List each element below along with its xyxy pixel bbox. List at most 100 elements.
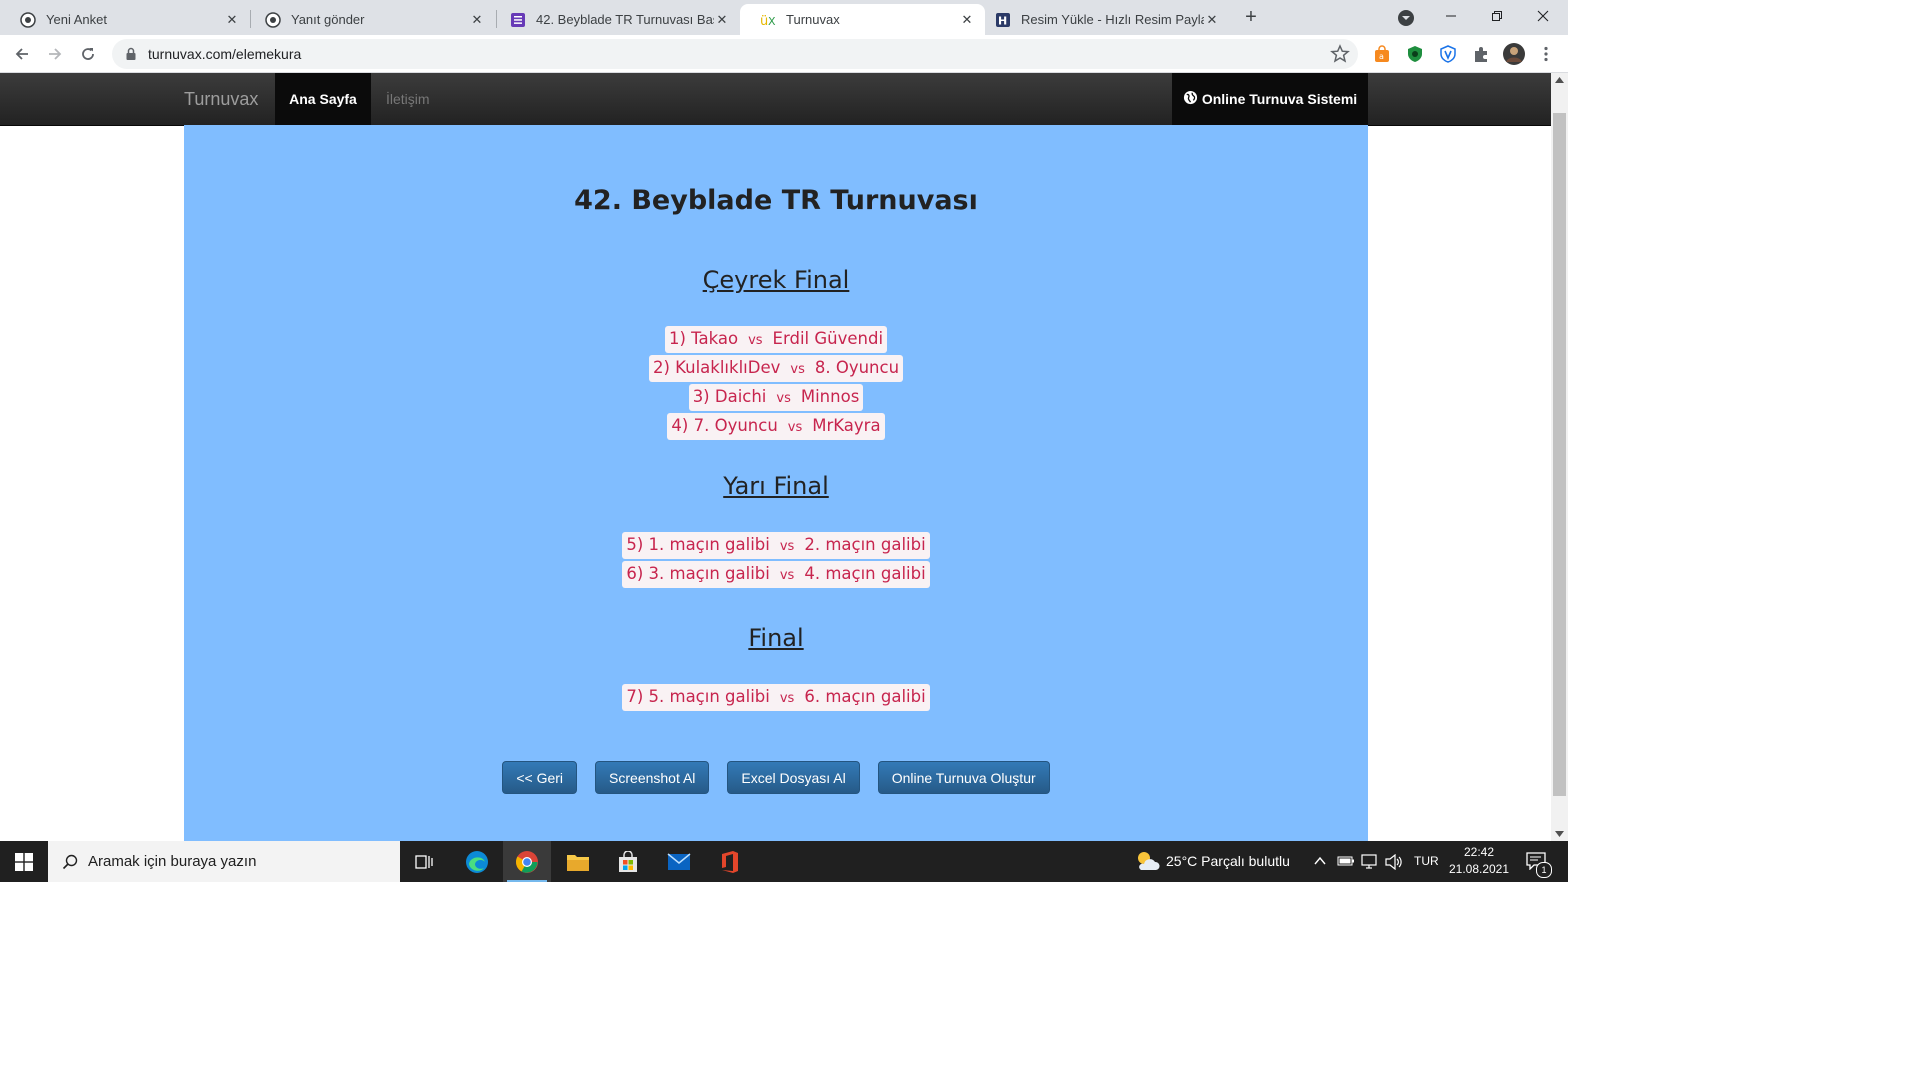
bookmark-star-icon[interactable] xyxy=(1330,44,1350,64)
turnuvax-logo-icon: üX xyxy=(760,12,776,28)
match-item: 6) 3. maçın galibi vs 4. maçın galibi xyxy=(622,561,930,588)
puzzle-extensions-icon[interactable] xyxy=(1471,44,1491,64)
match-item: 3) Daichi vs Minnos xyxy=(688,384,864,411)
nav-online-system-label: Online Turnuva Sistemi xyxy=(1201,91,1358,107)
address-bar[interactable]: turnuvax.com/elemekura xyxy=(112,39,1358,69)
clock-date: 21.08.2021 xyxy=(1448,862,1510,876)
tab-title: Turnuvax xyxy=(786,12,840,27)
notification-count-badge: 1 xyxy=(1536,862,1552,878)
shopping-extension-icon[interactable]: a xyxy=(1372,44,1392,64)
svg-text:X: X xyxy=(768,15,776,28)
close-tab-icon[interactable]: ✕ xyxy=(469,12,485,28)
web-page: Turnuvax Ana Sayfa İletişim Online Turnu… xyxy=(0,73,1551,841)
globe-icon xyxy=(1183,90,1198,108)
taskbar-search-box[interactable]: Aramak için buraya yazın xyxy=(48,841,400,882)
system-clock[interactable]: 22:42 21.08.2021 xyxy=(1442,844,1516,878)
close-tab-icon[interactable]: ✕ xyxy=(224,12,240,28)
url-text[interactable]: turnuvax.com/elemekura xyxy=(148,46,301,62)
tab-title: Resim Yükle - Hızlı Resim Paylaş xyxy=(1021,12,1204,27)
page-scrollbar[interactable] xyxy=(1551,73,1568,841)
match-list-quarterfinal: 1) Takao vs Erdil Güvendi 2) KulaklıklıDev… xyxy=(184,326,1368,440)
office-icon[interactable] xyxy=(706,841,754,882)
browser-toolbar: turnuvax.com/elemekura a xyxy=(0,35,1568,73)
match-item: 2) KulaklıklıDev vs 8. Oyuncu xyxy=(648,355,904,382)
svg-text:ü: ü xyxy=(760,14,768,28)
minimize-icon[interactable] xyxy=(1428,2,1474,30)
notification-center-icon[interactable]: 1 xyxy=(1524,850,1552,878)
image-upload-icon: H xyxy=(995,12,1011,28)
search-icon xyxy=(62,854,78,870)
shield-extension-icon[interactable] xyxy=(1405,44,1425,64)
round-title-semifinal: Yarı Final xyxy=(723,472,829,500)
create-online-tournament-button[interactable]: Online Turnuva Oluştur xyxy=(877,761,1050,794)
match-list-semifinal: 5) 1. maçın galibi vs 2. maçın galibi 6) 3… xyxy=(184,532,1368,588)
reload-icon[interactable] xyxy=(75,41,101,67)
store-icon[interactable] xyxy=(604,841,652,882)
chrome-browser-icon[interactable] xyxy=(503,841,551,882)
back-arrow-icon[interactable] xyxy=(9,41,35,67)
volume-icon[interactable] xyxy=(1385,853,1403,875)
weather-text[interactable]: 25°C Parçalı bulutlu xyxy=(1166,841,1290,882)
browser-tab[interactable]: Yanıt gönder ✕ xyxy=(245,4,495,35)
tab-title: Yanıt gönder xyxy=(291,12,365,27)
round-title-final: Final xyxy=(748,624,804,652)
tournament-panel: 42. Beyblade TR Turnuvası Çeyrek Final 1… xyxy=(184,125,1368,841)
weather-partly-cloudy-icon[interactable] xyxy=(1134,850,1160,877)
windows-taskbar: Aramak için buraya yazın 25°C Parçalı bu… xyxy=(0,841,1568,882)
chevron-up-icon[interactable] xyxy=(1313,854,1327,873)
browser-tab[interactable]: 42. Beyblade TR Turnuvası Başvur ✕ xyxy=(490,4,740,35)
lock-icon[interactable] xyxy=(124,47,138,61)
nav-online-system-link[interactable]: Online Turnuva Sistemi xyxy=(1172,73,1368,125)
network-icon[interactable] xyxy=(1361,854,1379,875)
browser-tab[interactable]: H Resim Yükle - Hızlı Resim Paylaş ✕ xyxy=(975,4,1230,35)
excel-export-button[interactable]: Excel Dosyası Al xyxy=(727,761,860,794)
nav-contact-link[interactable]: İletişim xyxy=(386,73,430,125)
restore-icon[interactable] xyxy=(1474,2,1520,30)
site-navbar: Turnuvax Ana Sayfa İletişim Online Turnu… xyxy=(0,73,1551,126)
round-title-quarterfinal: Çeyrek Final xyxy=(702,266,850,294)
close-window-icon[interactable] xyxy=(1520,2,1566,30)
match-item: 5) 1. maçın galibi vs 2. maçın galibi xyxy=(622,532,930,559)
svg-text:a: a xyxy=(1379,52,1384,61)
browser-tab[interactable]: Yeni Anket ✕ xyxy=(0,4,250,35)
tab-search-icon[interactable] xyxy=(1396,8,1416,28)
browser-menu-icon[interactable] xyxy=(1536,44,1556,64)
match-item: 4) 7. Oyuncu vs MrKayra xyxy=(667,413,885,440)
nav-home-link[interactable]: Ana Sayfa xyxy=(275,73,371,125)
forward-arrow-icon[interactable] xyxy=(42,41,68,67)
scrollbar-thumb[interactable] xyxy=(1553,113,1566,796)
tournament-title: 42. Beyblade TR Turnuvası xyxy=(574,185,978,216)
match-list-final: 7) 5. maçın galibi vs 6. maçın galibi xyxy=(184,684,1368,711)
svg-text:H: H xyxy=(998,14,1007,27)
battery-icon[interactable] xyxy=(1337,854,1355,873)
tab-title: 42. Beyblade TR Turnuvası Başvur xyxy=(536,12,714,27)
new-tab-button[interactable]: + xyxy=(1240,6,1262,28)
forms-icon xyxy=(510,12,526,28)
file-explorer-icon[interactable] xyxy=(554,841,602,882)
match-item: 1) Takao vs Erdil Güvendi xyxy=(664,326,888,353)
browser-tab-active[interactable]: üX Turnuvax ✕ xyxy=(740,4,985,35)
soccer-ball-icon xyxy=(265,11,281,28)
mail-icon[interactable] xyxy=(655,841,703,882)
tab-title: Yeni Anket xyxy=(46,12,107,27)
windows-start-icon[interactable] xyxy=(0,841,48,882)
task-view-icon[interactable] xyxy=(400,841,448,882)
scroll-up-icon[interactable] xyxy=(1555,77,1564,83)
scroll-down-icon[interactable] xyxy=(1555,831,1564,837)
profile-avatar[interactable] xyxy=(1502,42,1526,66)
site-brand[interactable]: Turnuvax xyxy=(184,73,258,125)
browser-tab-strip: Yeni Anket ✕ Yanıt gönder ✕ 42. Beyblade… xyxy=(0,0,1568,35)
screenshot-button[interactable]: Screenshot Al xyxy=(595,761,710,794)
action-buttons: << Geri Screenshot Al Excel Dosyası Al O… xyxy=(184,761,1368,794)
back-button[interactable]: << Geri xyxy=(502,761,578,794)
search-placeholder: Aramak için buraya yazın xyxy=(88,853,257,870)
close-tab-icon[interactable]: ✕ xyxy=(959,12,975,28)
soccer-ball-icon xyxy=(20,11,36,28)
input-language[interactable]: TUR xyxy=(1414,841,1439,882)
close-tab-icon[interactable]: ✕ xyxy=(1204,12,1220,28)
match-item: 7) 5. maçın galibi vs 6. maçın galibi xyxy=(622,684,930,711)
close-tab-icon[interactable]: ✕ xyxy=(714,12,730,28)
vpn-shield-extension-icon[interactable] xyxy=(1438,44,1458,64)
edge-browser-icon[interactable] xyxy=(453,841,501,882)
clock-time: 22:42 xyxy=(1463,845,1495,859)
